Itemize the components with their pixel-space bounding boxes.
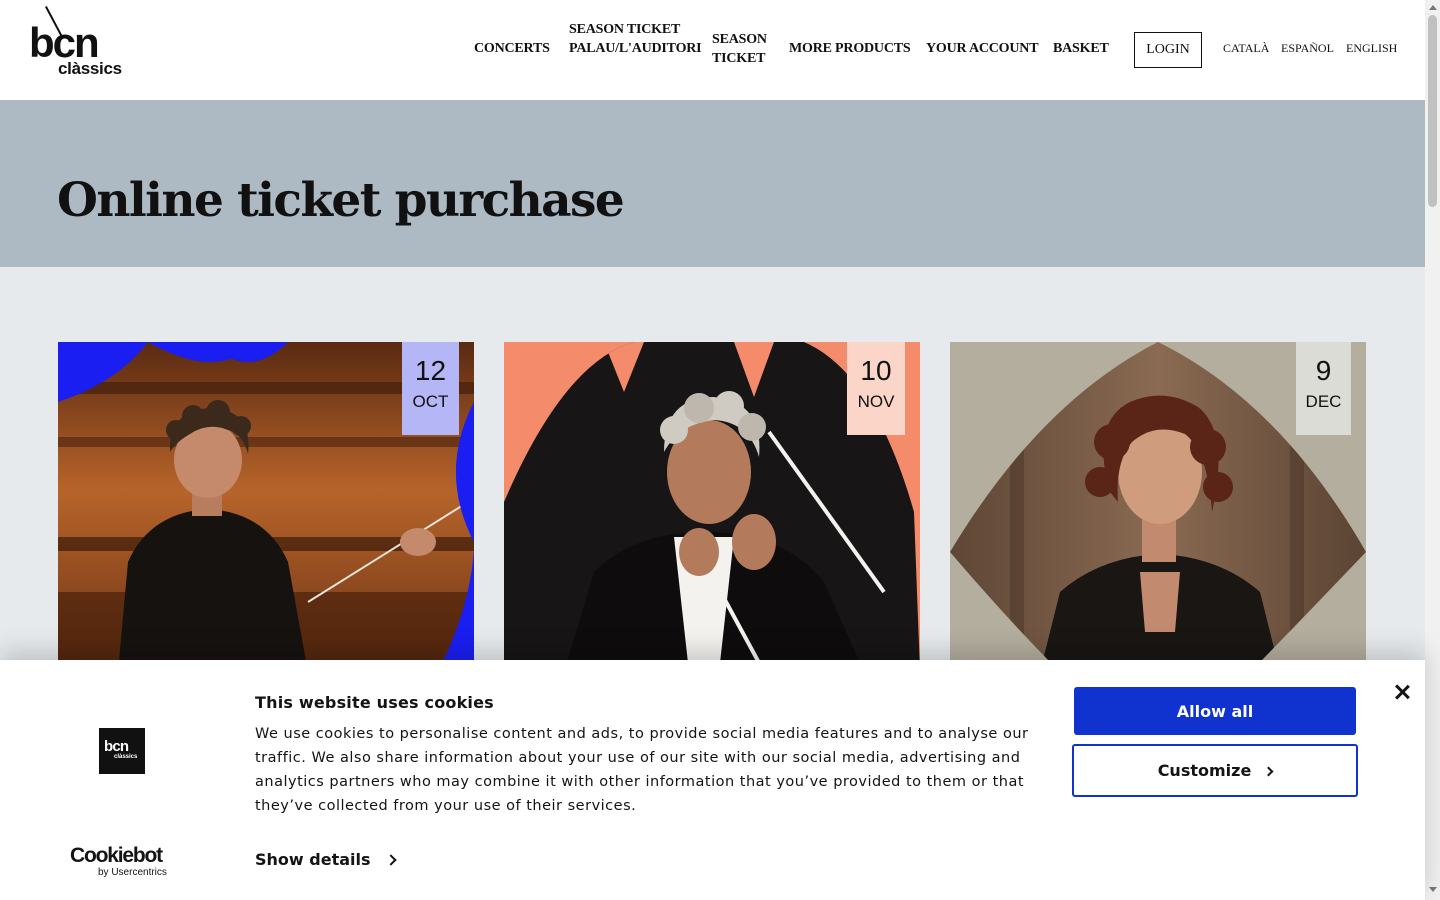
cookie-banner-body: We use cookies to personalise content an… bbox=[255, 726, 1029, 814]
concert-card[interactable]: 9 DEC bbox=[950, 342, 1366, 672]
page-scrollbar[interactable] bbox=[1425, 0, 1440, 900]
nav-season-ticket[interactable]: SEASON TICKET bbox=[712, 30, 772, 68]
nav-more-products[interactable]: MORE PRODUCTS bbox=[789, 39, 911, 58]
customize-button[interactable]: Customize bbox=[1072, 744, 1358, 797]
site-header: bcn clàssics CONCERTS SEASON TICKET PALA… bbox=[0, 0, 1425, 100]
date-month: DEC bbox=[1305, 392, 1342, 411]
nav-concerts[interactable]: CONCERTS bbox=[474, 39, 550, 58]
scrollbar-thumb[interactable] bbox=[1428, 15, 1437, 207]
main-nav: CONCERTS SEASON TICKET PALAU/L'AUDITORI … bbox=[0, 0, 1425, 100]
show-details-link[interactable]: Show details bbox=[255, 850, 397, 869]
cookie-consent-banner: bcn clàssics Cookiebot by Usercentrics T… bbox=[0, 660, 1425, 900]
date-month: NOV bbox=[857, 392, 895, 411]
lang-espanol[interactable]: ESPAÑOL bbox=[1281, 41, 1334, 56]
customize-label: Customize bbox=[1157, 761, 1252, 780]
date-day: 12 bbox=[414, 355, 447, 386]
nav-your-account[interactable]: YOUR ACCOUNT bbox=[926, 39, 1039, 58]
date-day: 10 bbox=[860, 355, 892, 386]
show-details-label: Show details bbox=[255, 850, 371, 869]
date-month: OCT bbox=[412, 392, 449, 411]
cookie-banner-title: This website uses cookies bbox=[255, 693, 494, 712]
date-day: 9 bbox=[1315, 355, 1332, 386]
concert-card[interactable]: 12 OCT bbox=[58, 342, 474, 672]
lang-english[interactable]: ENGLISH bbox=[1346, 41, 1397, 56]
page-title: Online ticket purchase bbox=[57, 173, 625, 228]
chevron-right-icon bbox=[384, 853, 397, 866]
allow-all-button[interactable]: Allow all bbox=[1074, 687, 1356, 735]
date-badge: 10 NOV bbox=[847, 342, 905, 435]
scroll-down-arrow-icon[interactable] bbox=[1429, 887, 1437, 892]
scroll-up-arrow-icon[interactable] bbox=[1429, 5, 1437, 10]
cookiebot-by: by Usercentrics bbox=[98, 867, 167, 878]
cookie-logo-text-classics: clàssics bbox=[114, 754, 138, 760]
nav-basket[interactable]: BASKET bbox=[1053, 39, 1109, 58]
date-badge: 9 DEC bbox=[1296, 342, 1351, 435]
chevron-right-icon bbox=[1263, 766, 1274, 777]
close-icon[interactable] bbox=[1392, 682, 1412, 702]
cookie-logo-text-bcn: bcn bbox=[104, 738, 129, 755]
cookiebot-name: Cookiebot bbox=[70, 844, 163, 867]
cookiebot-logo[interactable]: Cookiebot by Usercentrics bbox=[70, 845, 180, 881]
login-button[interactable]: LOGIN bbox=[1134, 32, 1202, 68]
cookie-banner-logo: bcn clàssics bbox=[99, 728, 145, 774]
lang-catala[interactable]: CATALÀ bbox=[1223, 41, 1269, 56]
hero-band: Online ticket purchase bbox=[0, 100, 1425, 267]
date-badge: 12 OCT bbox=[402, 342, 459, 435]
concert-card[interactable]: 10 NOV bbox=[504, 342, 920, 672]
nav-season-ticket-palau[interactable]: SEASON TICKET PALAU/L'AUDITORI bbox=[569, 20, 702, 58]
